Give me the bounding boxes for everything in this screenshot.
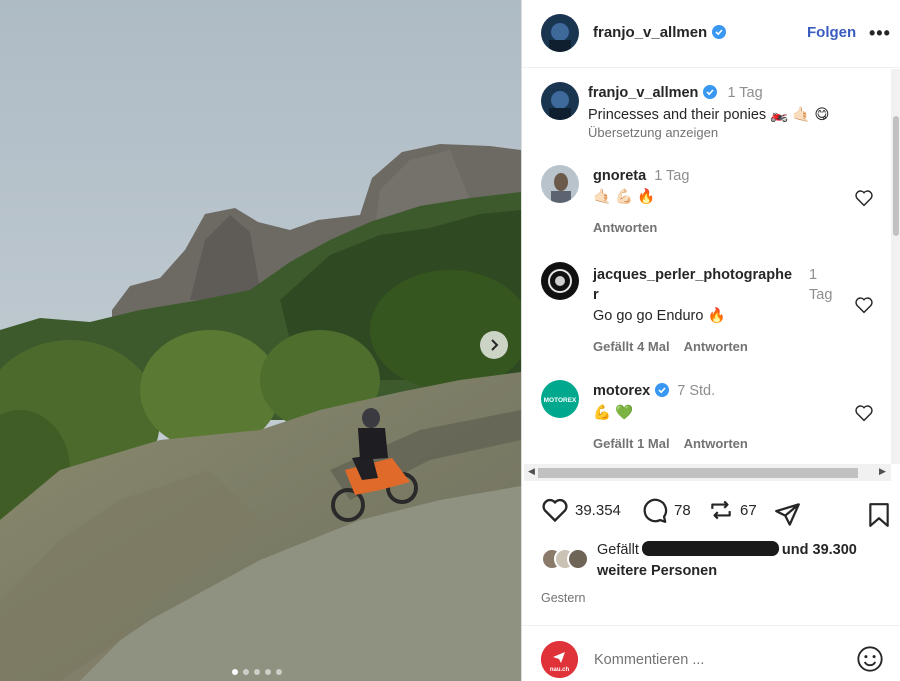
scroll-left-arrow-icon[interactable]: ◀ <box>528 466 535 477</box>
post-date[interactable]: Gestern <box>541 591 585 605</box>
avatar-image <box>541 165 579 203</box>
svg-text:MOTOREX: MOTOREX <box>544 397 577 404</box>
carousel-dot <box>243 669 249 675</box>
comment-avatar[interactable]: MOTOREX <box>541 380 579 418</box>
comment-time: 1 Tag <box>809 265 832 305</box>
next-slide-button[interactable] <box>480 331 508 359</box>
comment-username: gnoreta 1 Tag <box>593 168 689 184</box>
redacted-username <box>641 541 779 556</box>
photo-scene <box>0 0 521 681</box>
caption-time: 1 Tag <box>727 85 763 101</box>
scrollbar-thumb[interactable] <box>538 468 858 478</box>
repost-count[interactable]: 67 <box>740 502 757 519</box>
likes-text: Gefällt und 39.300 weitere Personen <box>597 540 897 582</box>
comment-text: 🤙🏻 💪🏻 🔥 <box>593 189 656 205</box>
nau-avatar[interactable]: nau.ch <box>541 641 578 678</box>
reply-button[interactable]: Antworten <box>593 220 657 235</box>
comment-icon[interactable] <box>641 497 668 524</box>
like-count[interactable]: 39.354 <box>575 502 621 519</box>
verified-icon <box>655 383 670 397</box>
nau-logo: nau.ch <box>541 641 578 678</box>
post-photo <box>0 0 521 681</box>
horizontal-scrollbar[interactable]: ◀ ▶ <box>524 464 891 481</box>
carousel-indicator <box>232 669 282 675</box>
comment-username-text[interactable]: motorex <box>593 383 650 399</box>
chevron-right-icon <box>491 339 499 351</box>
reply-button[interactable]: Antworten <box>684 339 748 354</box>
likes-prefix: Gefällt <box>597 542 639 558</box>
repost-action: 67 <box>708 497 757 523</box>
comment-time-line1: 1 <box>809 267 818 283</box>
comment-text: 💪 💚 <box>593 405 634 421</box>
liker-avatar <box>567 548 589 570</box>
comment-username-line1[interactable]: jacques_perler_photographe <box>593 265 792 285</box>
follow-button[interactable]: Folgen <box>807 24 856 41</box>
carousel-dot <box>254 669 260 675</box>
author-avatar[interactable] <box>541 14 579 52</box>
liker-avatars[interactable] <box>541 548 597 570</box>
author-username[interactable]: franjo_v_allmen <box>593 24 727 41</box>
comment-username-line2[interactable]: r <box>593 285 792 305</box>
author-username-text[interactable]: franjo_v_allmen <box>593 24 707 41</box>
share-icon[interactable] <box>774 501 801 528</box>
verified-icon <box>712 25 727 39</box>
carousel-dot <box>265 669 271 675</box>
comments-list[interactable]: franjo_v_allmen 1 Tag Princesses and the… <box>522 69 900 464</box>
post-header: franjo_v_allmen Folgen ••• <box>522 0 900 68</box>
caption-username-text[interactable]: franjo_v_allmen <box>588 85 698 101</box>
post-side-panel: franjo_v_allmen Folgen ••• franjo_v_allm… <box>521 0 900 681</box>
more-options-button[interactable]: ••• <box>869 23 891 44</box>
comment-time-line2: Tag <box>809 287 833 303</box>
scrollbar-thumb[interactable] <box>893 116 899 236</box>
emoji-icon[interactable] <box>856 645 884 673</box>
carousel-dot <box>276 669 282 675</box>
comment-input[interactable]: Kommentieren ... <box>594 652 704 668</box>
carousel-dot <box>232 669 238 675</box>
comment-avatar[interactable] <box>541 165 579 203</box>
avatar-image <box>541 262 579 300</box>
comment-username: motorex 7 Std. <box>593 383 715 399</box>
reply-button[interactable]: Antworten <box>684 436 748 451</box>
caption-author-avatar[interactable] <box>541 82 579 120</box>
verified-icon <box>703 85 718 99</box>
comment-action: 78 <box>641 497 691 524</box>
scroll-right-arrow-icon[interactable]: ▶ <box>879 466 886 477</box>
svg-text:nau.ch: nau.ch <box>550 667 570 673</box>
comment-avatar[interactable] <box>541 262 579 300</box>
motorex-logo: MOTOREX <box>541 380 579 418</box>
comment-time: 1 Tag <box>654 168 690 184</box>
comment-meta: Gefällt 4 Mal Antworten <box>593 339 762 354</box>
comment-likes[interactable]: Gefällt 4 Mal <box>593 339 670 354</box>
comment-time: 7 Std. <box>677 383 716 399</box>
heart-outline-icon[interactable] <box>854 189 874 207</box>
likes-line2[interactable]: weitere Personen <box>597 563 717 579</box>
like-action: 39.354 <box>541 497 621 523</box>
likes-suffix[interactable]: und 39.300 <box>782 542 857 558</box>
caption-username: franjo_v_allmen 1 Tag <box>588 85 763 101</box>
heart-icon[interactable] <box>541 497 569 523</box>
caption-text: Princesses and their ponies 🏍️ 🤙🏻 😋 <box>588 107 830 123</box>
comment-meta: Antworten <box>593 220 671 235</box>
translate-link[interactable]: Übersetzung anzeigen <box>588 125 718 140</box>
comment-likes[interactable]: Gefällt 1 Mal <box>593 436 670 451</box>
comment-text: Go go go Enduro 🔥 <box>593 308 726 324</box>
bookmark-icon[interactable] <box>867 502 891 528</box>
heart-outline-icon[interactable] <box>854 404 874 422</box>
comment-username-text[interactable]: gnoreta <box>593 168 646 184</box>
comment-composer: nau.ch Kommentieren ... <box>522 625 900 681</box>
comment-count[interactable]: 78 <box>674 502 691 519</box>
repost-icon[interactable] <box>708 497 734 523</box>
vertical-scrollbar[interactable] <box>891 69 900 464</box>
avatar-image <box>541 14 579 52</box>
action-bar: 39.354 78 67 <box>522 497 900 533</box>
heart-outline-icon[interactable] <box>854 296 874 314</box>
comment-username: jacques_perler_photographe r <box>593 265 792 305</box>
avatar-image <box>541 82 579 120</box>
comment-meta: Gefällt 1 Mal Antworten <box>593 436 762 451</box>
